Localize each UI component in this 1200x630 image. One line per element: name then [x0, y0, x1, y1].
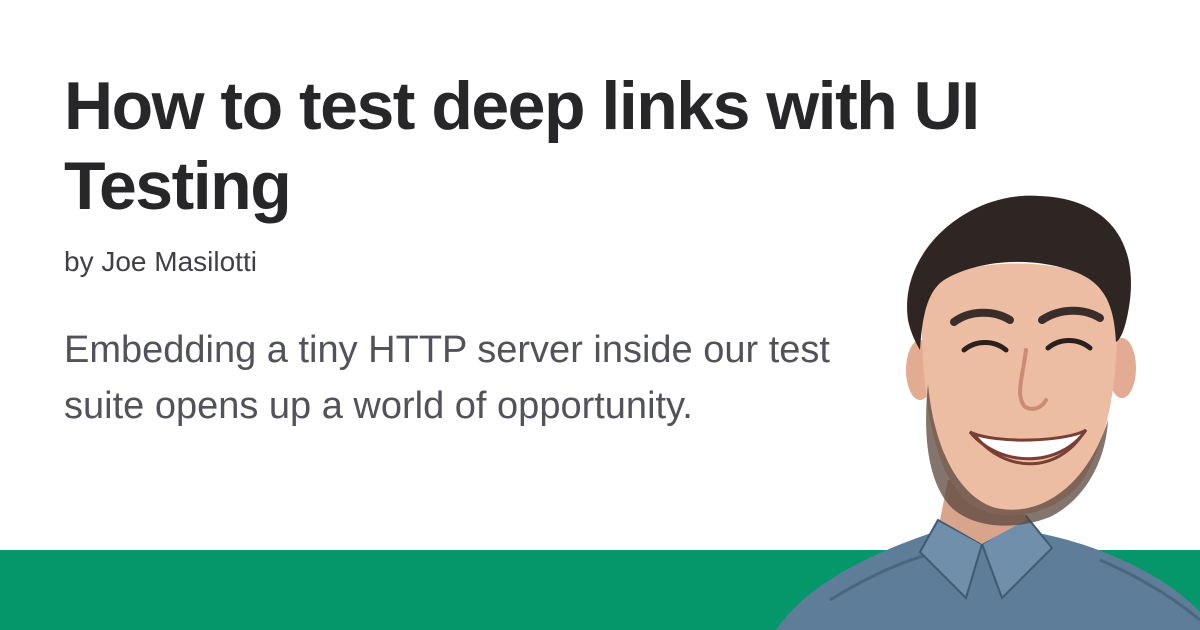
post-description: Embedding a tiny HTTP server inside our …: [64, 329, 830, 427]
author-byline: by Joe Masilotti: [64, 246, 257, 277]
author-portrait-icon: [776, 195, 1200, 630]
social-card: How to test deep links with UI Testing b…: [0, 0, 1200, 630]
